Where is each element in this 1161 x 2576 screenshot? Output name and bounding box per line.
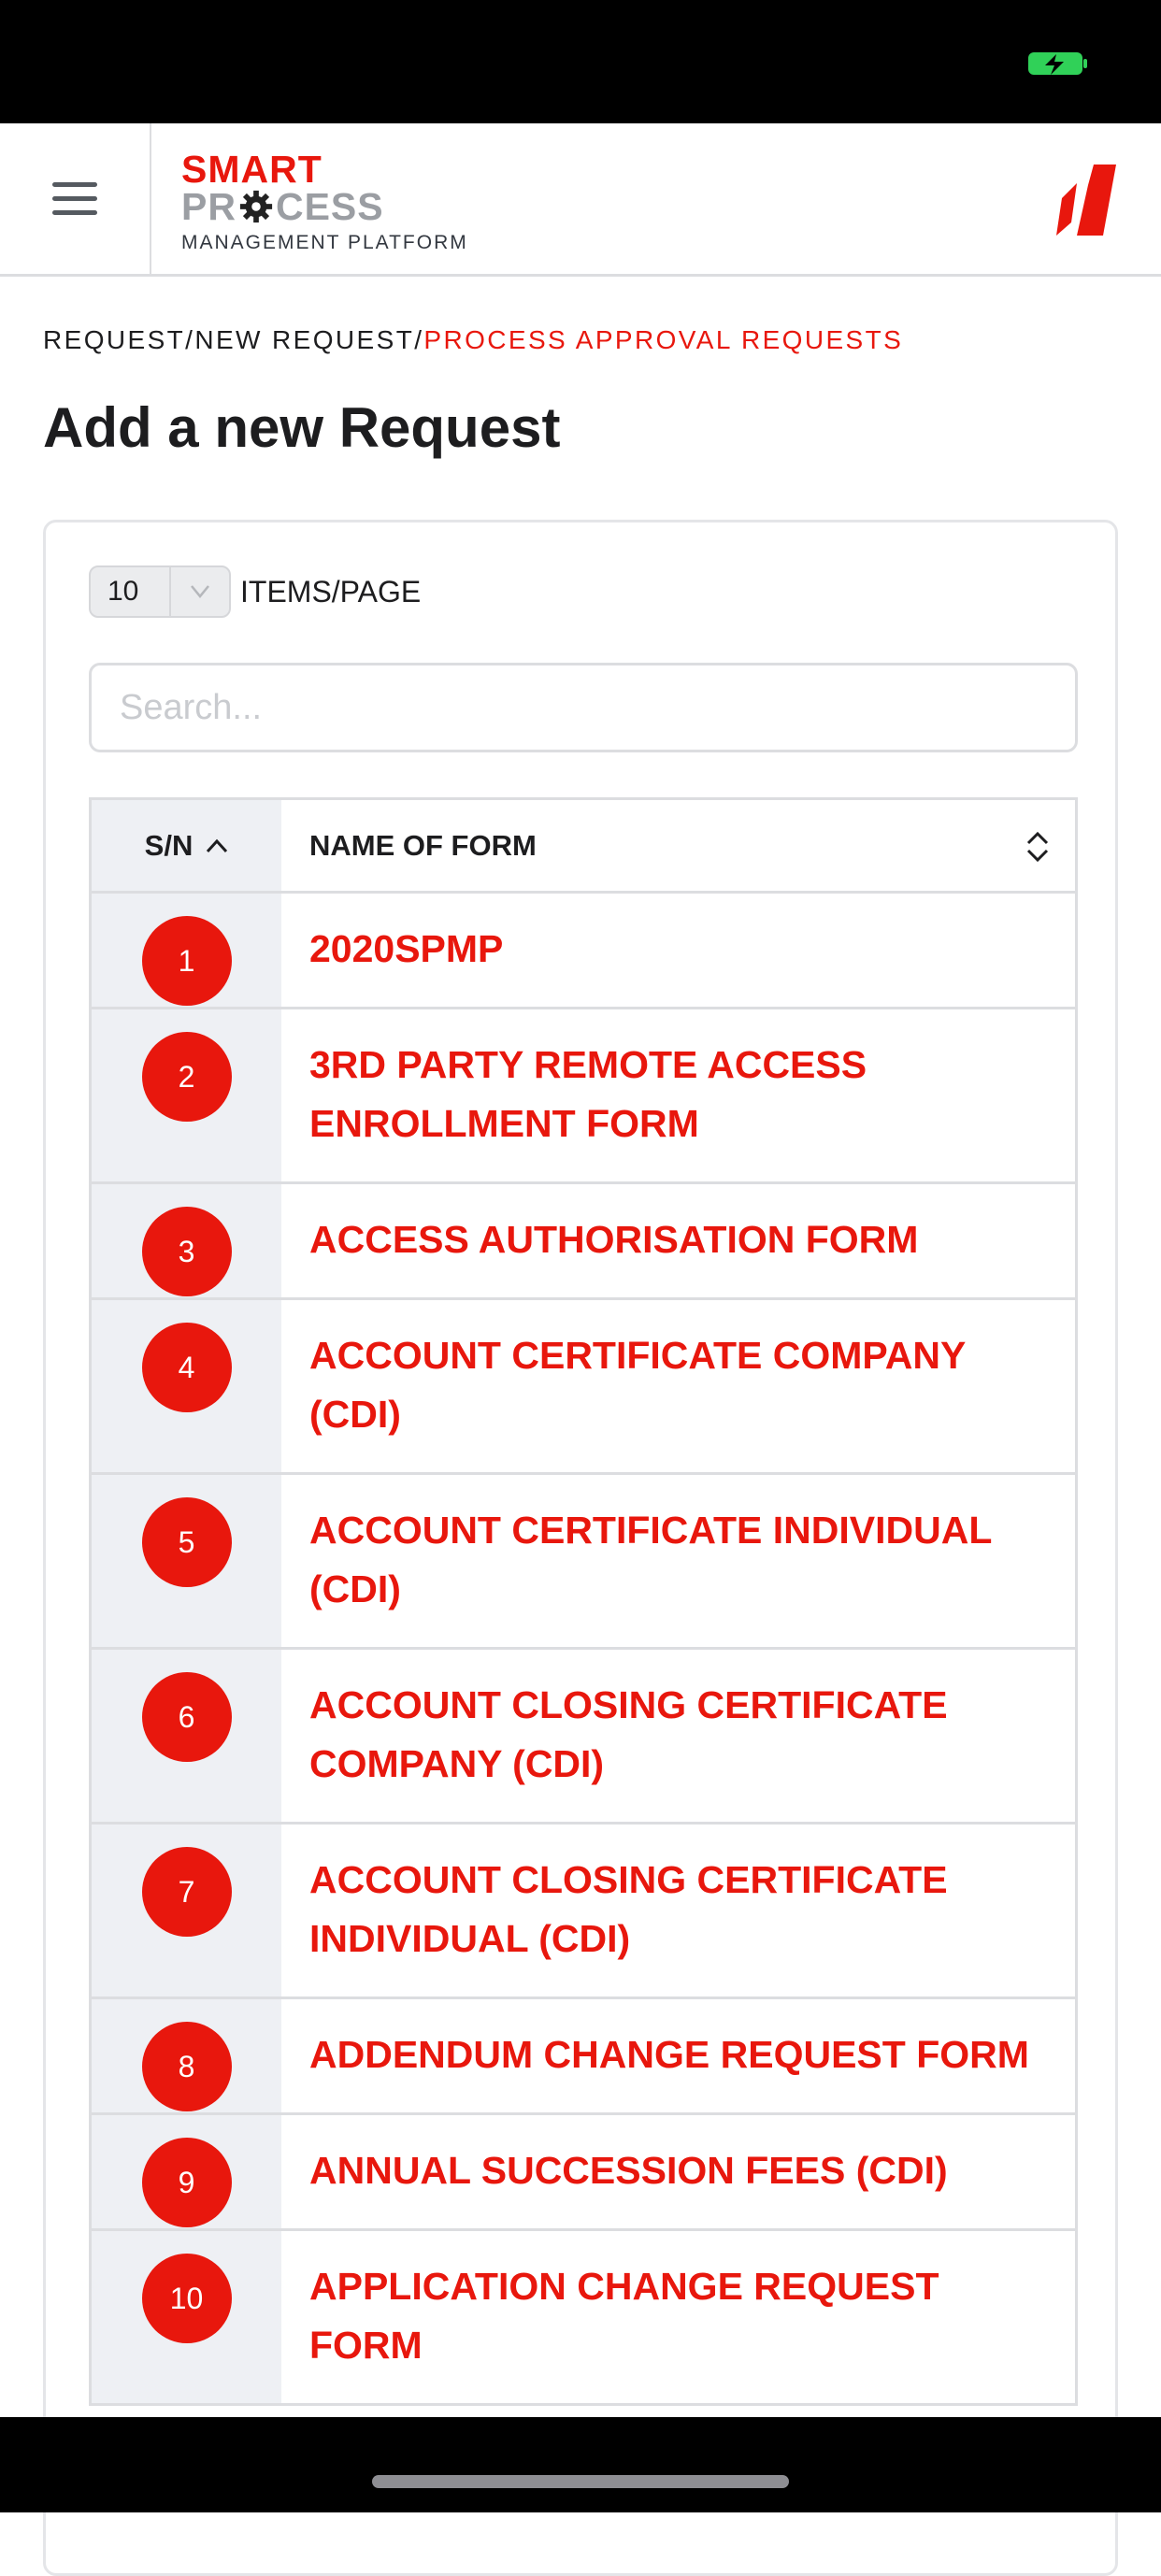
table-row[interactable]: 9 ANNUAL SUCCESSION FEES (CDI) (92, 2115, 1075, 2231)
page-title: Add a new Request (43, 396, 561, 459)
search-input[interactable] (89, 663, 1078, 752)
forms-card: 10 ITEMS/PAGE S/N NAME OF FORM 1 2020SPMP… (43, 520, 1118, 2576)
sn-cell: 7 (92, 1825, 281, 1996)
table-row[interactable]: 7 ACCOUNT CLOSING CERTIFICATE INDIVIDUAL … (92, 1825, 1075, 1999)
form-name-link[interactable]: ANNUAL SUCCESSION FEES (CDI) (281, 2115, 1075, 2228)
sort-updown-icon (1026, 831, 1049, 863)
sn-cell: 5 (92, 1475, 281, 1647)
sn-badge: 2 (141, 1032, 232, 1122)
table-row[interactable]: 10 APPLICATION CHANGE REQUEST FORM (92, 2231, 1075, 2406)
sn-cell: 8 (92, 1999, 281, 2112)
table-row[interactable]: 5 ACCOUNT CERTIFICATE INDIVIDUAL (CDI) (92, 1475, 1075, 1650)
table-body: 1 2020SPMP 2 3RD PARTY REMOTE ACCESS ENROLL… (92, 894, 1075, 2406)
sn-badge: 6 (141, 1672, 232, 1762)
home-indicator[interactable] (372, 2475, 789, 2488)
form-name-link[interactable]: APPLICATION CHANGE REQUEST FORM (281, 2231, 1075, 2403)
battery-charging-icon (1028, 52, 1087, 75)
sn-badge: 4 (141, 1323, 232, 1412)
sn-badge: 3 (141, 1207, 232, 1296)
sn-cell: 4 (92, 1300, 281, 1472)
sn-cell: 10 (92, 2231, 281, 2403)
sn-cell: 9 (92, 2115, 281, 2228)
table-header: S/N NAME OF FORM (92, 800, 1075, 894)
form-name-link[interactable]: ADDENDUM CHANGE REQUEST FORM (281, 1999, 1075, 2112)
sn-badge: 5 (141, 1497, 232, 1587)
form-name-link[interactable]: ACCOUNT CLOSING CERTIFICATE COMPANY (CDI… (281, 1650, 1075, 1822)
table-row[interactable]: 3 ACCESS AUTHORISATION FORM (92, 1184, 1075, 1300)
breadcrumb-active: PROCESS APPROVAL REQUESTS (423, 325, 904, 354)
form-name-link[interactable]: ACCOUNT CLOSING CERTIFICATE INDIVIDUAL (… (281, 1825, 1075, 1996)
table-row[interactable]: 4 ACCOUNT CERTIFICATE COMPANY (CDI) (92, 1300, 1075, 1475)
breadcrumb-new-request[interactable]: NEW REQUEST/ (194, 325, 423, 354)
table-row[interactable]: 1 2020SPMP (92, 894, 1075, 1009)
breadcrumb: REQUEST/NEW REQUEST/PROCESS APPROVAL REQ… (43, 325, 903, 355)
chevron-down-icon (169, 567, 229, 616)
menu-button[interactable] (0, 123, 151, 274)
page-size-select[interactable]: 10 (89, 565, 231, 618)
logo-subtitle: MANAGEMENT PLATFORM (181, 232, 468, 253)
sn-badge: 10 (141, 2254, 232, 2343)
hamburger-menu-icon (52, 181, 97, 216)
chevron-up-icon (207, 838, 228, 852)
table-row[interactable]: 8 ADDENDUM CHANGE REQUEST FORM (92, 1999, 1075, 2115)
sn-badge: 8 (141, 2022, 232, 2111)
items-per-page-label: ITEMS/PAGE (240, 575, 422, 608)
forms-table: S/N NAME OF FORM 1 2020SPMP 2 3RD PARTY REM… (89, 797, 1078, 2406)
form-name-link[interactable]: 3RD PARTY REMOTE ACCESS ENROLLMENT FORM (281, 1009, 1075, 1181)
sn-cell: 2 (92, 1009, 281, 1181)
table-row[interactable]: 2 3RD PARTY REMOTE ACCESS ENROLLMENT FORM (92, 1009, 1075, 1184)
sn-cell: 6 (92, 1650, 281, 1822)
status-bar (0, 0, 1161, 123)
column-header-sn[interactable]: S/N (92, 800, 281, 891)
form-name-link[interactable]: ACCOUNT CERTIFICATE INDIVIDUAL (CDI) (281, 1475, 1075, 1647)
sn-badge: 1 (141, 916, 232, 1006)
page-size-value: 10 (108, 576, 139, 607)
sn-cell: 3 (92, 1184, 281, 1297)
table-row[interactable]: 6 ACCOUNT CLOSING CERTIFICATE COMPANY (CD… (92, 1650, 1075, 1825)
form-name-link[interactable]: 2020SPMP (281, 894, 1075, 1007)
brand-logo-icon (1056, 165, 1116, 236)
breadcrumb-request[interactable]: REQUEST/ (43, 325, 194, 354)
app-logo[interactable]: SMART PR CESS MANAGEMENT PLATFORM (181, 150, 480, 254)
logo-smart-text: SMART (181, 148, 322, 191)
sn-cell: 1 (92, 894, 281, 1007)
gear-icon (239, 190, 273, 223)
home-bar-area (0, 2417, 1161, 2512)
form-name-link[interactable]: ACCOUNT CERTIFICATE COMPANY (CDI) (281, 1300, 1075, 1472)
sn-badge: 7 (141, 1847, 232, 1937)
form-name-link[interactable]: ACCESS AUTHORISATION FORM (281, 1184, 1075, 1297)
app-header: SMART PR CESS MANAGEMENT PLATFORM (0, 123, 1161, 277)
sn-badge: 9 (141, 2138, 232, 2227)
column-header-name[interactable]: NAME OF FORM (281, 800, 1075, 891)
logo-process-text: PR CESS (181, 185, 384, 228)
